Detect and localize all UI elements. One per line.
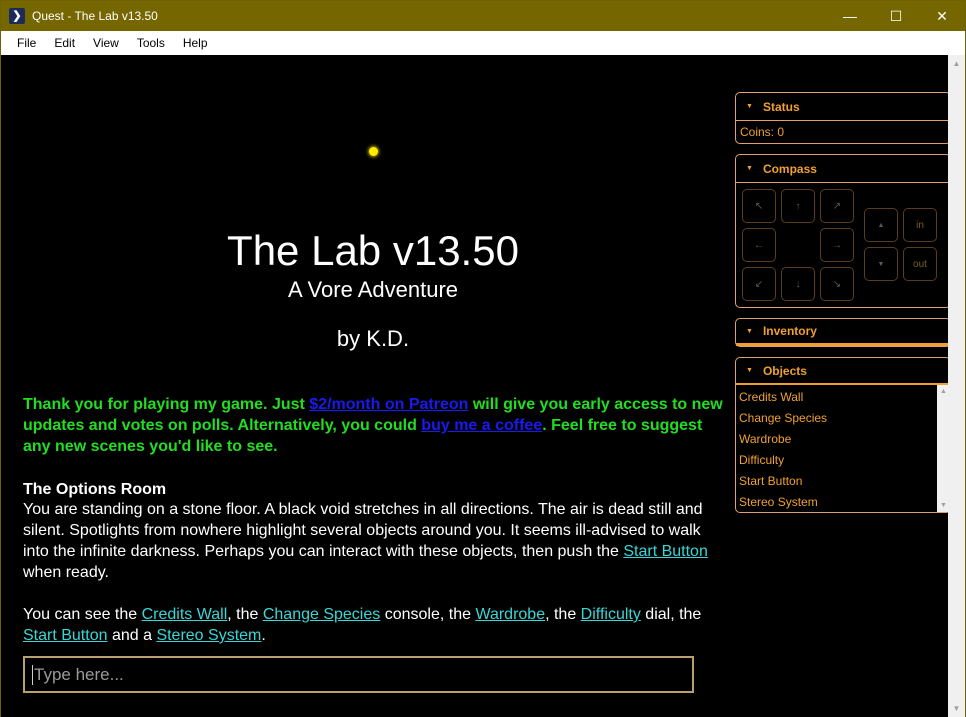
menu-bar: File Edit View Tools Help bbox=[1, 31, 965, 55]
app-window: ❯ Quest - The Lab v13.50 — ☐ ✕ File Edit… bbox=[0, 0, 966, 717]
stereo-system-link[interactable]: Stereo System bbox=[156, 627, 261, 644]
collapse-triangle-icon: ▼ bbox=[746, 103, 753, 110]
difficulty-link[interactable]: Difficulty bbox=[581, 606, 641, 623]
compass-southeast-button[interactable]: ↘ bbox=[820, 267, 854, 301]
objects-text: dial, the bbox=[640, 606, 702, 623]
visible-objects: You can see the Credits Wall, the Change… bbox=[23, 604, 723, 646]
objects-text: console, the bbox=[380, 606, 476, 623]
title-bar: ❯ Quest - The Lab v13.50 — ☐ ✕ bbox=[1, 1, 965, 31]
collapse-triangle-icon: ▼ bbox=[746, 367, 753, 374]
status-pane: ▼ Status Coins: 0 bbox=[735, 92, 949, 144]
coffee-link[interactable]: buy me a coffee bbox=[421, 417, 542, 434]
close-button[interactable]: ✕ bbox=[919, 1, 965, 31]
compass-up-button[interactable]: ▲ bbox=[864, 208, 898, 242]
objects-text: and a bbox=[107, 627, 157, 644]
status-header[interactable]: ▼ Status bbox=[736, 93, 949, 120]
object-item[interactable]: Difficulty bbox=[736, 450, 936, 471]
credits-wall-link[interactable]: Credits Wall bbox=[142, 606, 228, 623]
promo-message: Thank you for playing my game. Just $2/m… bbox=[23, 394, 723, 457]
room-desc-text: You are standing on a stone floor. A bla… bbox=[23, 501, 703, 560]
wardrobe-link[interactable]: Wardrobe bbox=[475, 606, 545, 623]
command-box bbox=[23, 656, 694, 693]
game-byline: by K.D. bbox=[336, 326, 410, 351]
menu-view[interactable]: View bbox=[84, 31, 128, 55]
compass-northeast-button[interactable]: ↗ bbox=[820, 189, 854, 223]
objects-label: Objects bbox=[762, 363, 807, 378]
compass-label: Compass bbox=[762, 161, 817, 176]
menu-help[interactable]: Help bbox=[174, 31, 217, 55]
object-item[interactable]: Credits Wall bbox=[736, 387, 936, 408]
objects-pane: ▼ Objects Credits Wall Change Species War… bbox=[735, 357, 949, 513]
game-content: The Lab v13.50 A Vore Adventure by K.D. … bbox=[1, 55, 949, 717]
collapse-triangle-icon: ▼ bbox=[746, 327, 753, 335]
menu-file[interactable]: File bbox=[8, 31, 45, 55]
maximize-button[interactable]: ☐ bbox=[873, 1, 919, 31]
promo-text: Thank you for playing my game. Just bbox=[23, 396, 310, 413]
inventory-label: Inventory bbox=[762, 324, 817, 338]
compass-northwest-button[interactable]: ↖ bbox=[742, 189, 776, 223]
room-description: You are standing on a stone floor. A bla… bbox=[23, 499, 723, 583]
objects-header[interactable]: ▼ Objects bbox=[736, 358, 949, 385]
compass-down-button[interactable]: ▼ bbox=[864, 247, 898, 281]
object-item[interactable]: Change Species bbox=[736, 408, 936, 429]
compass-southwest-button[interactable]: ↙ bbox=[742, 267, 776, 301]
collapse-triangle-icon: ▼ bbox=[746, 165, 753, 172]
menu-edit[interactable]: Edit bbox=[45, 31, 84, 55]
patreon-link[interactable]: $2/month on Patreon bbox=[309, 396, 468, 413]
objects-list-box: Credits Wall Change Species Wardrobe Dif… bbox=[736, 385, 949, 512]
quest-icon: ❯ bbox=[9, 8, 25, 24]
game-title: The Lab v13.50 bbox=[227, 227, 519, 274]
compass-header[interactable]: ▼ Compass bbox=[736, 155, 949, 182]
compass-south-button[interactable]: ↓ bbox=[781, 267, 815, 301]
minimize-button[interactable]: — bbox=[827, 1, 873, 31]
menu-tools[interactable]: Tools bbox=[128, 31, 174, 55]
compass-north-button[interactable]: ↑ bbox=[781, 189, 815, 223]
inventory-header[interactable]: ▼ Inventory bbox=[736, 319, 949, 346]
coins-value: Coins: 0 bbox=[736, 120, 949, 143]
status-label: Status bbox=[762, 99, 800, 114]
sun-icon bbox=[369, 147, 378, 156]
scroll-up-icon[interactable]: ▲ bbox=[948, 55, 965, 72]
compass-grid: ↖ ↑ ↗ ← → ↙ ↓ ↘ ▲ in ▼ out bbox=[736, 182, 949, 307]
room-title: The Options Room bbox=[23, 481, 167, 498]
sidebar: ▼ Status Coins: 0 ▼ Compass ↖ ↑ ↗ ← → ↙ ↓ … bbox=[735, 92, 949, 523]
inventory-pane: ▼ Inventory bbox=[735, 318, 949, 347]
compass-west-button[interactable]: ← bbox=[742, 228, 776, 262]
compass-in-button[interactable]: in bbox=[903, 208, 937, 242]
object-item[interactable]: Start Button bbox=[736, 471, 936, 492]
window-scrollbar[interactable]: ▲ ▼ bbox=[948, 55, 965, 717]
compass-east-button[interactable]: → bbox=[820, 228, 854, 262]
room-desc-text: when ready. bbox=[23, 564, 109, 581]
objects-text: You can see the bbox=[23, 606, 142, 623]
change-species-link[interactable]: Change Species bbox=[263, 606, 380, 623]
game-subtitle: A Vore Adventure bbox=[287, 277, 459, 302]
scroll-down-icon[interactable]: ▼ bbox=[948, 700, 965, 717]
compass-pane: ▼ Compass ↖ ↑ ↗ ← → ↙ ↓ ↘ ▲ in ▼ out bbox=[735, 154, 949, 308]
objects-text: , the bbox=[227, 606, 263, 623]
start-button-link[interactable]: Start Button bbox=[623, 543, 708, 560]
objects-text: . bbox=[261, 627, 266, 644]
object-item[interactable]: Stereo System bbox=[736, 492, 936, 513]
start-button-link[interactable]: Start Button bbox=[23, 627, 108, 644]
objects-text: , the bbox=[545, 606, 581, 623]
object-item[interactable]: Wardrobe bbox=[736, 429, 936, 450]
window-title: Quest - The Lab v13.50 bbox=[32, 9, 158, 23]
command-input[interactable] bbox=[32, 664, 692, 685]
compass-out-button[interactable]: out bbox=[903, 247, 937, 281]
